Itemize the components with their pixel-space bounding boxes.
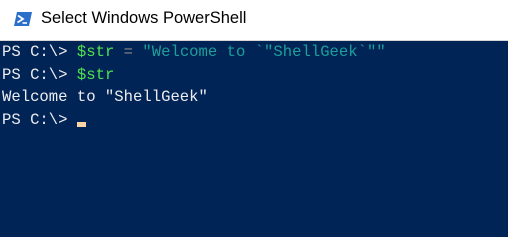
console-line-4: PS C:\>: [2, 109, 508, 132]
powershell-window: Select Windows PowerShell PS C:\> $str =…: [0, 0, 508, 237]
string-token: "Welcome to `"ShellGeek`"": [142, 43, 386, 61]
prompt: PS C:\>: [2, 65, 77, 84]
operator-token: =: [114, 43, 143, 61]
console-output-line: Welcome to "ShellGeek": [2, 86, 508, 109]
title-bar[interactable]: Select Windows PowerShell: [0, 0, 508, 41]
command-output: Welcome to "ShellGeek": [2, 88, 208, 106]
window-title: Select Windows PowerShell: [41, 9, 247, 27]
prompt: PS C:\>: [2, 110, 77, 129]
prompt: PS C:\>: [2, 43, 77, 61]
text-cursor: [76, 121, 86, 127]
console-line-1: PS C:\> $str = "Welcome to `"ShellGeek`"…: [2, 41, 508, 64]
variable-token: $str: [76, 43, 115, 61]
console-area[interactable]: PS C:\> $str = "Welcome to `"ShellGeek`"…: [0, 41, 508, 237]
console-line-2: PS C:\> $str: [2, 64, 508, 87]
variable-token: $str: [76, 65, 115, 84]
powershell-icon: [14, 12, 32, 26]
